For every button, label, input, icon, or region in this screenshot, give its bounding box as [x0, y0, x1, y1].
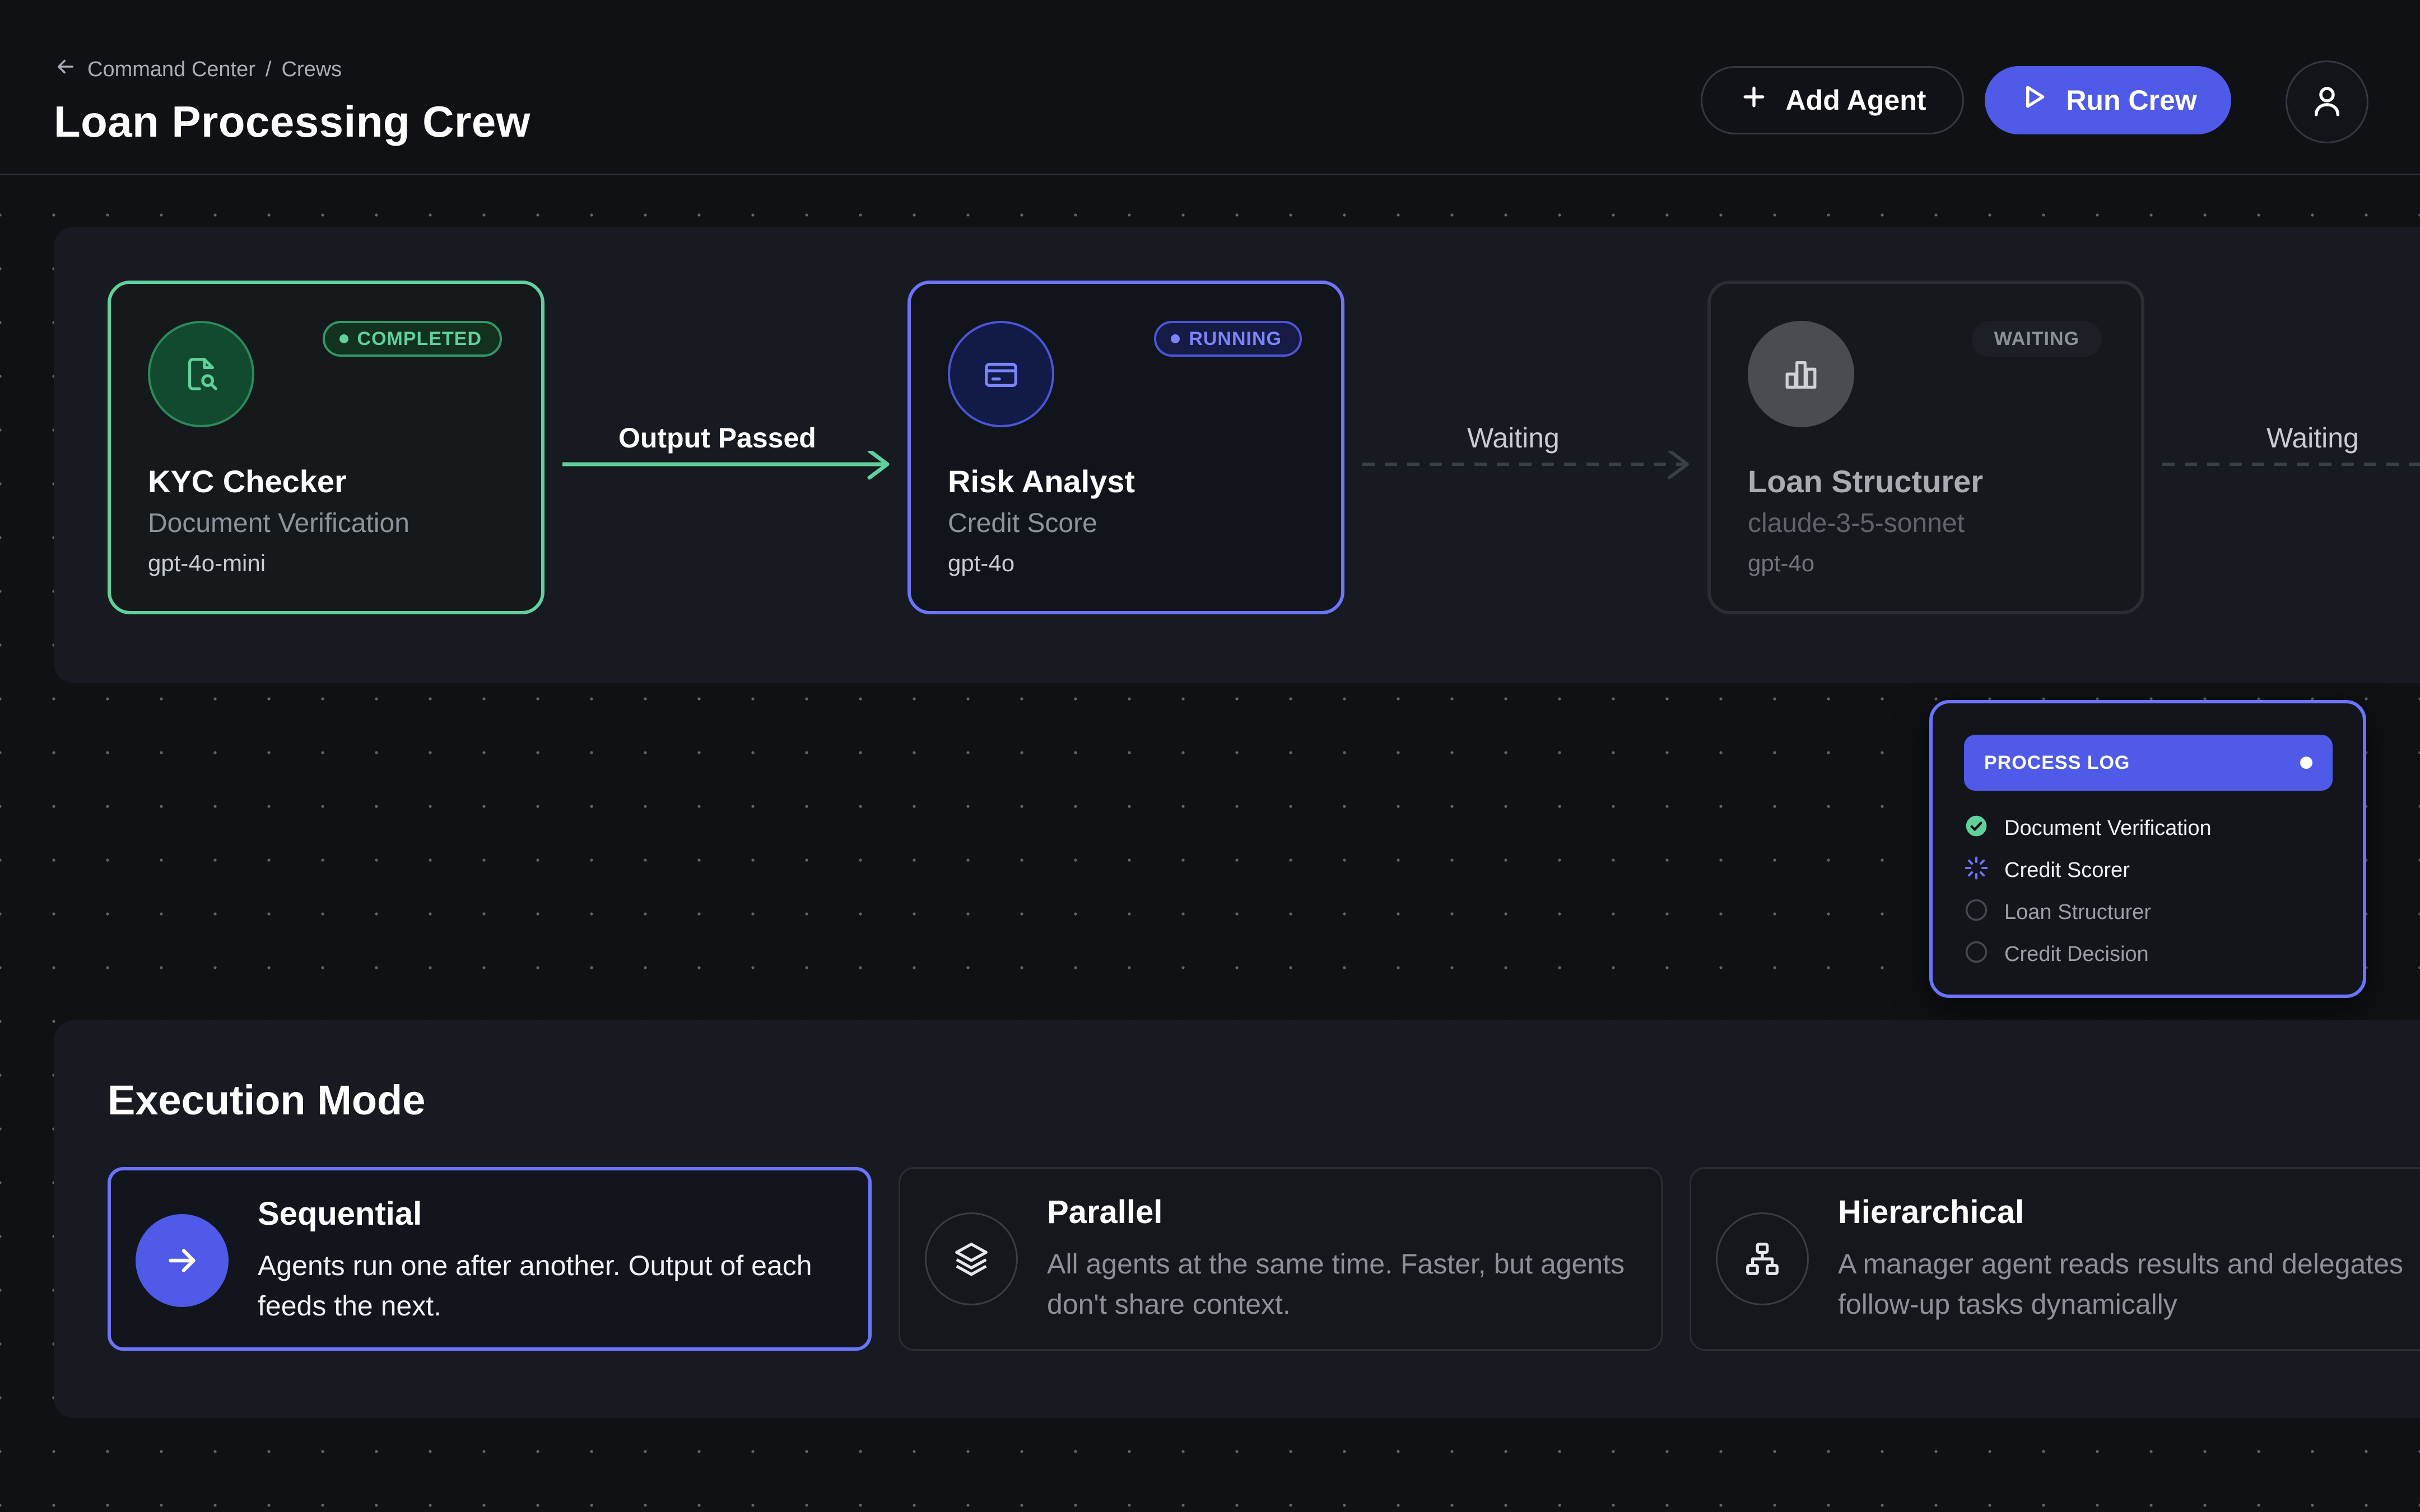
- live-indicator-dot: [2300, 757, 2312, 769]
- agent-name: KYC Checker: [148, 464, 347, 499]
- process-log-title: PROCESS LOG: [1984, 752, 2130, 773]
- status-badge-waiting: WAITING: [1971, 321, 2102, 357]
- check-circle-icon: [1964, 814, 1989, 844]
- file-search-icon: [148, 321, 254, 427]
- status-badge-running: RUNNING: [1154, 321, 1302, 357]
- process-log-list: Document Verification Credit Scorer Loan…: [1964, 808, 2212, 976]
- status-dot: [1171, 334, 1180, 343]
- log-item-label: Loan Structurer: [2004, 900, 2151, 924]
- mode-title: Sequential: [258, 1196, 422, 1232]
- breadcrumb-parent[interactable]: Command Center: [87, 58, 255, 82]
- top-header: Command Center / Crews Loan Processing C…: [0, 0, 2420, 175]
- section-title: Execution Mode: [108, 1077, 426, 1123]
- add-agent-label: Add Agent: [1785, 85, 1926, 116]
- page-title: Loan Processing Crew: [54, 97, 530, 146]
- log-item: Document Verification: [1964, 808, 2212, 850]
- layers-icon: [925, 1212, 1018, 1305]
- user-icon: [2309, 82, 2345, 122]
- status-badge-completed: COMPLETED: [322, 321, 502, 357]
- user-avatar-button[interactable]: [2286, 60, 2368, 143]
- credit-card-icon: [948, 321, 1054, 427]
- run-crew-label: Run Crew: [2066, 85, 2197, 116]
- agent-card-risk-analyst[interactable]: RUNNING Risk Analyst Credit Score gpt-4o: [908, 281, 1344, 614]
- crew-pipeline-panel: COMPLETED KYC Checker Document Verificat…: [54, 227, 2420, 683]
- back-arrow-icon[interactable]: [54, 55, 77, 84]
- mode-option-sequential[interactable]: Sequential Agents run one after another.…: [108, 1167, 872, 1351]
- plus-icon: [1739, 82, 1769, 119]
- log-item: Credit Decision: [1964, 934, 2212, 976]
- hierarchy-icon: [1716, 1212, 1809, 1305]
- mode-title: Hierarchical: [1838, 1194, 2025, 1230]
- empty-circle-icon: [1964, 940, 1989, 970]
- agent-card-loan-structurer[interactable]: WAITING Loan Structurer claude-3-5-sonne…: [1707, 281, 2144, 614]
- breadcrumb: Command Center / Crews: [54, 55, 342, 84]
- agent-role: claude-3-5-sonnet: [1748, 508, 1965, 538]
- agent-model: gpt-4o-mini: [148, 550, 266, 576]
- status-dot: [339, 334, 348, 343]
- empty-circle-icon: [1964, 898, 1989, 928]
- add-agent-button[interactable]: Add Agent: [1701, 66, 1964, 134]
- agent-model: gpt-4o: [1748, 550, 1815, 576]
- status-badge-label: WAITING: [1994, 328, 2079, 349]
- spinner-icon: [1964, 856, 1989, 886]
- log-item-label: Credit Scorer: [2004, 858, 2130, 882]
- mode-option-parallel[interactable]: Parallel All agents at the same time. Fa…: [899, 1167, 1663, 1351]
- connector-arrow-pending: [2162, 463, 2420, 466]
- breadcrumb-current[interactable]: Crews: [281, 58, 342, 82]
- mode-description: Agents run one after another. Output of …: [258, 1250, 812, 1322]
- bar-chart-icon: [1748, 321, 1854, 427]
- process-log-panel: PROCESS LOG Document Verification Credit…: [1929, 700, 2366, 998]
- mode-description: All agents at the same time. Faster, but…: [1047, 1248, 1625, 1320]
- agent-card-kyc-checker[interactable]: COMPLETED KYC Checker Document Verificat…: [108, 281, 544, 614]
- mode-option-hierarchical[interactable]: Hierarchical A manager agent reads resul…: [1690, 1167, 2420, 1351]
- execution-mode-panel: Execution Mode Sequential Agents run one…: [54, 1020, 2420, 1418]
- run-crew-button[interactable]: Run Crew: [1985, 66, 2231, 134]
- agent-name: Loan Structurer: [1748, 464, 1984, 499]
- agent-role: Document Verification: [148, 508, 409, 538]
- agent-model: gpt-4o: [948, 550, 1015, 576]
- status-badge-label: RUNNING: [1189, 328, 1282, 349]
- agent-name: Risk Analyst: [948, 464, 1135, 499]
- log-item-label: Credit Decision: [2004, 942, 2149, 966]
- agent-role: Credit Score: [948, 508, 1097, 538]
- log-item: Credit Scorer: [1964, 850, 2212, 892]
- arrow-right-icon: [136, 1214, 229, 1307]
- connector-arrow-pending: [1362, 451, 1689, 479]
- play-icon: [2019, 82, 2049, 119]
- mode-title: Parallel: [1047, 1194, 1163, 1230]
- log-item-label: Document Verification: [2004, 816, 2212, 840]
- process-log-header: PROCESS LOG: [1964, 735, 2333, 791]
- connector-label-waiting: Waiting: [1467, 422, 1560, 454]
- status-badge-label: COMPLETED: [357, 328, 482, 349]
- log-item: Loan Structurer: [1964, 892, 2212, 934]
- mode-description: A manager agent reads results and delega…: [1838, 1248, 2404, 1320]
- breadcrumb-separator: /: [265, 57, 272, 81]
- connector-label-output-passed: Output Passed: [618, 422, 816, 454]
- connector-label-waiting: Waiting: [2267, 422, 2359, 454]
- connector-arrow-active: [562, 451, 890, 480]
